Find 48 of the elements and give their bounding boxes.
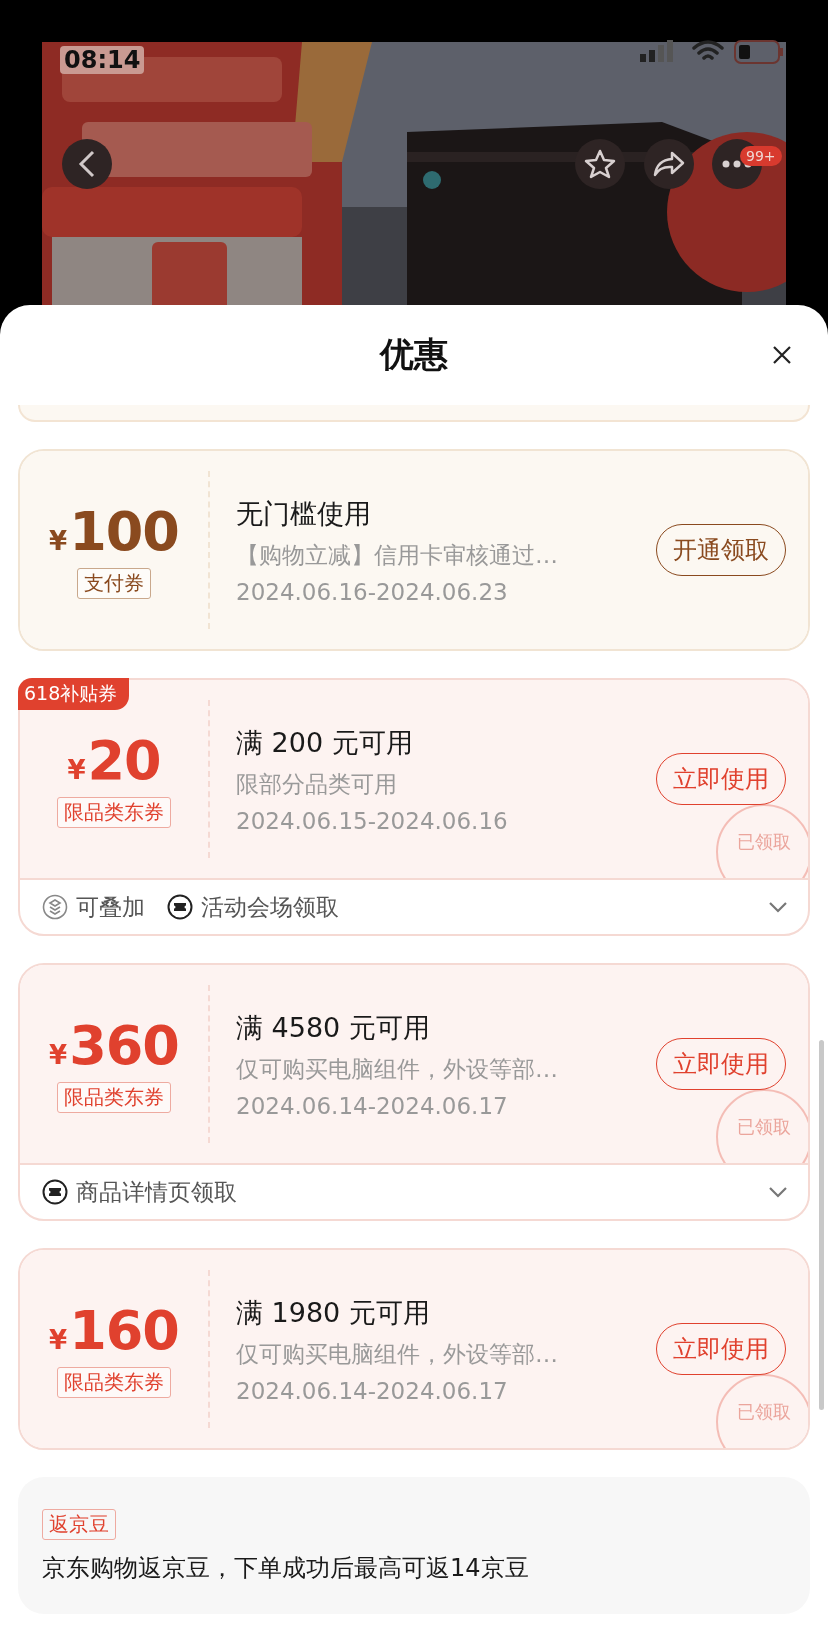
bean-description: 京东购物返京豆，下单成功后最高可返14京豆 [42,1553,529,1584]
coupon-amount: 160 [69,1300,179,1361]
chevron-down-icon[interactable] [768,901,788,913]
coupon-feature: 可叠加 [76,892,145,922]
back-icon [78,150,96,178]
coupon-validity: 2024.06.14-2024.06.17 [236,1092,509,1119]
coupon-validity: 2024.06.14-2024.06.17 [236,1377,509,1404]
coupon-feature: 活动会场领取 [201,892,339,922]
coupon-description: 仅可购买电脑组件，外设等部… [236,1339,559,1369]
coupon-title: 满 1980 元可用 [236,1295,431,1330]
coupon-amount: 100 [69,501,179,562]
stack-icon [42,894,68,920]
coupon-type-label: 限品类东券 [57,796,171,828]
signal-icon [640,40,676,62]
subsidy-tag: 618补贴券 [18,678,130,710]
coupon-description: 仅可购买电脑组件，外设等部… [236,1054,559,1084]
star-icon [584,149,616,179]
coupon-title: 无门槛使用 [236,496,372,531]
coupon-amount: 20 [87,730,161,791]
coupon-type-label: 限品类东券 [57,1081,171,1113]
claimed-stamp: 已领取 [716,1374,808,1448]
share-icon [652,150,686,178]
notification-badge: 99+ [740,146,782,166]
status-time: 08:14 [60,46,145,74]
close-icon[interactable] [772,345,792,365]
coupon-validity: 2024.06.16-2024.06.23 [236,578,509,605]
coupon-validity: 2024.06.15-2024.06.16 [236,807,509,834]
coupon-type-label: 限品类东券 [57,1366,171,1398]
battery-icon [734,40,784,64]
sheet-title: 优惠 [380,333,448,376]
currency-symbol: ¥ [49,1324,68,1355]
coupon-title: 满 200 元可用 [236,725,414,760]
wifi-icon [692,40,724,62]
coupon-feature: 商品详情页领取 [76,1177,237,1207]
coupon-title: 满 4580 元可用 [236,1010,431,1045]
coupon-type-label: 支付券 [77,567,151,599]
coupon-description: 【购物立减】信用卡审核通过… [236,540,559,570]
currency-symbol: ¥ [67,754,86,785]
coupon-description: 限部分品类可用 [236,769,398,799]
ticket-icon [42,1179,68,1205]
claimed-stamp: 已领取 [716,1089,808,1163]
chevron-down-icon[interactable] [768,1186,788,1198]
currency-symbol: ¥ [49,525,68,556]
bean-tag: 返京豆 [42,1509,116,1540]
claimed-stamp: 已领取 [716,804,808,878]
currency-symbol: ¥ [49,1039,68,1070]
coupon-amount: 360 [69,1015,179,1076]
ticket-icon [167,894,193,920]
